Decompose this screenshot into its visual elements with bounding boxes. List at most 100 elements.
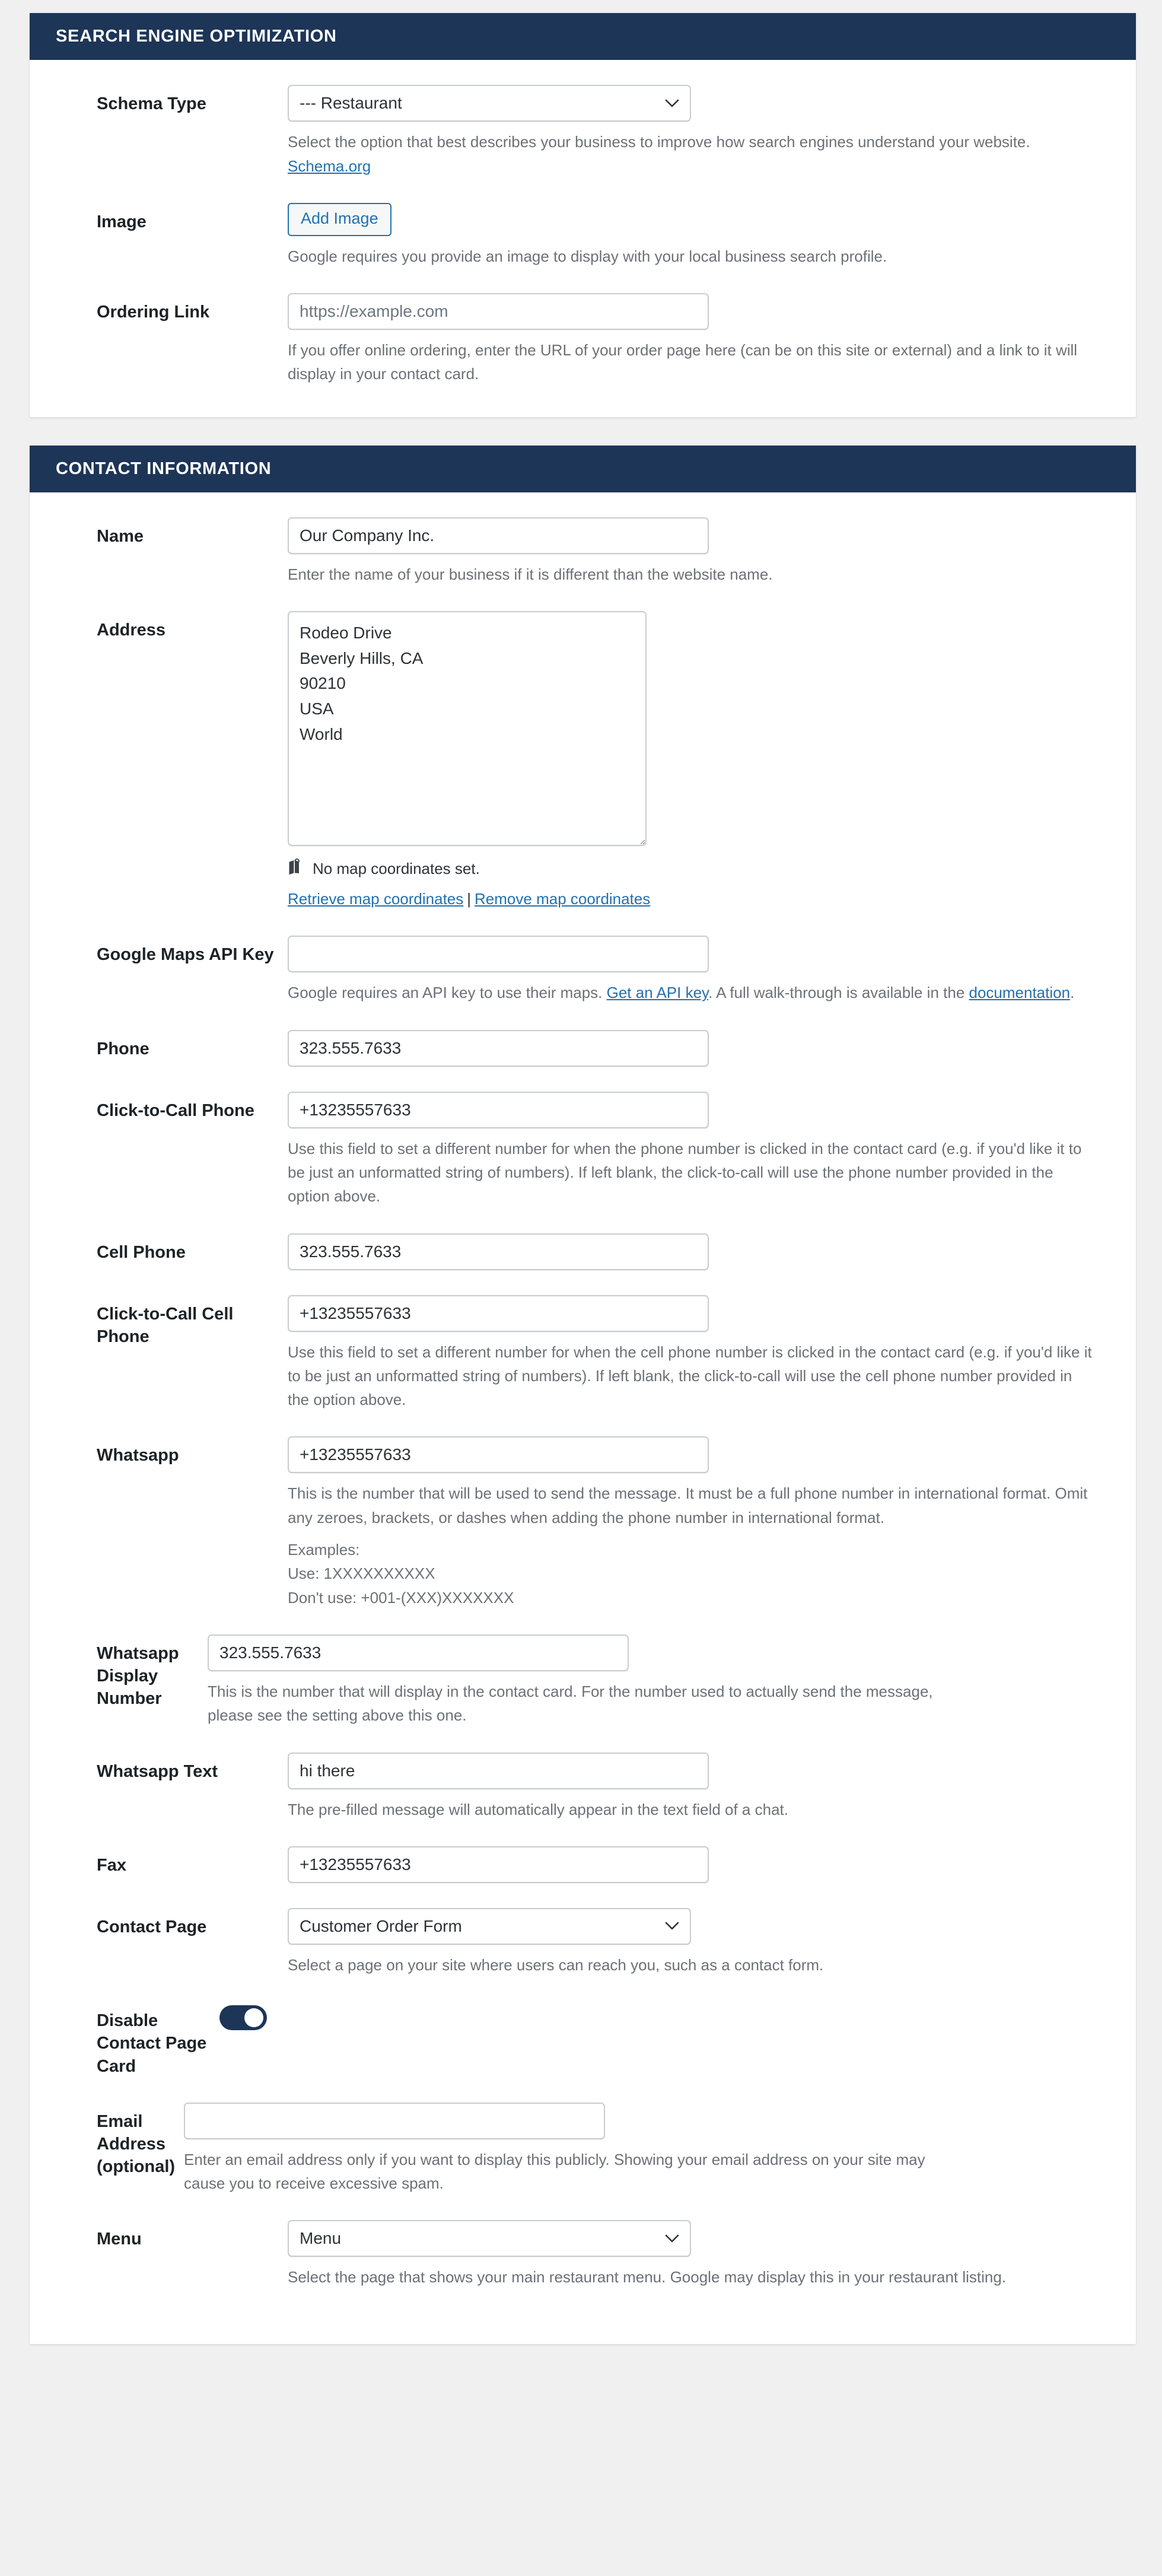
menu-select-wrap[interactable] [288,2220,691,2257]
seo-panel-title: SEARCH ENGINE OPTIMIZATION [30,13,1136,61]
ordering-link-input[interactable] [288,293,709,330]
retrieve-map-coordinates-link[interactable]: Retrieve map coordinates [288,890,463,908]
remove-map-coordinates-link[interactable]: Remove map coordinates [475,890,650,908]
phone-input[interactable] [288,1029,709,1067]
field-label-email-address: Email Address (optional) [97,2111,176,2177]
map-coordinates-status: No map coordinates set. [288,858,1110,880]
map-coordinates-links: Retrieve map coordinates | Remove map coor… [288,888,1110,911]
whatsapp-example-dont-use: Don't use: +001-(XXX)XXXXXXX [288,1588,514,1607]
field-address: Address Rodeo Drive Beverly Hills, CA 90… [30,611,1136,911]
whatsapp-example-heading: Examples: [288,1541,360,1559]
contact-page-select-wrap[interactable] [288,1907,691,1945]
field-label-click-to-call-cell-phone: Click-to-Call Cell Phone [97,1304,234,1346]
field-control-whatsapp: This is the number that will be used to … [288,1436,1110,1609]
email-address-help: Enter an email address only if you want … [184,2150,925,2193]
field-control-click-to-call-cell-phone: Use this field to set a different number… [288,1295,1110,1412]
field-ordering-link: Ordering Link If you offer online orderi… [30,293,1136,386]
schema-type-select[interactable] [288,85,691,122]
field-control-image: Add Image Google requires you provide an… [288,203,1110,268]
field-label-contact-page: Contact Page [97,1917,207,1936]
seo-panel-body: Schema Type Select the option that best … [30,60,1136,416]
field-fax: Fax [30,1846,1136,1883]
google-maps-api-key-help: Google requires an API key to use their … [288,981,1094,1004]
field-label-disable-contact-page-card: Disable Contact Page Card [97,2011,207,2076]
field-label-whatsapp-text: Whatsapp Text [97,1761,218,1781]
schema-type-select-wrap[interactable] [288,85,691,122]
whatsapp-example-use: Use: 1XXXXXXXXXX [288,1564,435,1583]
field-label-image: Image [97,212,147,232]
field-google-maps-api-key: Google Maps API Key Google requires an A… [30,936,1136,1004]
disable-contact-page-card-toggle[interactable] [219,2005,267,2031]
seo-panel: SEARCH ENGINE OPTIMIZATION Schema Type S… [30,13,1136,417]
get-api-key-link[interactable]: Get an API key [607,984,709,1001]
cell-phone-input[interactable] [288,1233,709,1270]
api-key-help-text-3: . [1070,984,1075,1002]
address-textarea[interactable]: Rodeo Drive Beverly Hills, CA 90210 USA … [288,611,647,847]
map-links-separator: | [467,890,472,908]
field-label-ordering-link: Ordering Link [97,303,210,322]
whatsapp-input[interactable] [288,1436,709,1474]
whatsapp-help: This is the number that will be used to … [288,1484,1088,1526]
contact-panel-title: CONTACT INFORMATION [30,445,1136,493]
contact-page-select[interactable] [288,1907,691,1945]
google-maps-api-key-input[interactable] [288,936,709,973]
field-label-cell-phone: Cell Phone [97,1242,186,1262]
field-label-phone: Phone [97,1039,149,1058]
field-label-whatsapp: Whatsapp [97,1446,179,1465]
field-control-phone [288,1029,1110,1067]
map-coordinates-status-text: No map coordinates set. [313,860,480,878]
field-disable-contact-page-card: Disable Contact Page Card [30,2002,1136,2078]
field-control-menu: Select the page that shows your main res… [288,2220,1110,2289]
menu-help: Select the page that shows your main res… [288,2268,1007,2286]
ordering-link-help: If you offer online ordering, enter the … [288,341,1078,383]
field-label-menu: Menu [97,2230,142,2249]
field-control-schema-type: Select the option that best describes yo… [288,85,1110,178]
field-name: Name Enter the name of your business if … [30,517,1136,586]
field-control-whatsapp-display-number: This is the number that will display in … [208,1634,1110,1728]
whatsapp-help-examples: Examples: Use: 1XXXXXXXXXX Don't use: +0… [288,1538,1110,1610]
name-input[interactable] [288,517,709,555]
field-control-click-to-call-phone: Use this field to set a different number… [288,1091,1110,1209]
field-label-click-to-call-phone: Click-to-Call Phone [97,1101,254,1120]
contact-panel: CONTACT INFORMATION Name Enter the name … [30,445,1136,2344]
fax-input[interactable] [288,1846,709,1883]
field-control-whatsapp-text: The pre-filled message will automaticall… [288,1752,1110,1821]
field-click-to-call-cell-phone: Click-to-Call Cell Phone Use this field … [30,1295,1136,1412]
map-pin-icon [288,858,305,880]
field-control-contact-page: Select a page on your site where users c… [288,1907,1110,1977]
field-control-ordering-link: If you offer online ordering, enter the … [288,293,1110,386]
field-phone: Phone [30,1029,1136,1067]
click-to-call-phone-input[interactable] [288,1091,709,1128]
field-label-schema-type: Schema Type [97,94,206,114]
contact-panel-body: Name Enter the name of your business if … [30,492,1136,2344]
field-contact-page: Contact Page Select a page on your site … [30,1907,1136,1977]
documentation-link[interactable]: documentation [969,984,1071,1001]
click-to-call-cell-phone-help: Use this field to set a different number… [288,1343,1092,1409]
click-to-call-cell-phone-input[interactable] [288,1295,709,1332]
field-whatsapp-text: Whatsapp Text The pre-filled message wil… [30,1752,1136,1821]
whatsapp-display-number-help: This is the number that will display in … [208,1682,933,1725]
menu-select[interactable] [288,2220,691,2257]
field-label-whatsapp-display-number: Whatsapp Display Number [97,1643,179,1709]
email-address-input[interactable] [184,2102,605,2139]
field-control-cell-phone [288,1233,1110,1270]
field-control-name: Enter the name of your business if it is… [288,517,1110,586]
field-click-to-call-phone: Click-to-Call Phone Use this field to se… [30,1091,1136,1209]
field-schema-type: Schema Type Select the option that best … [30,85,1136,178]
add-image-button[interactable]: Add Image [288,203,391,236]
contact-page-help: Select a page on your site where users c… [288,1955,824,1974]
whatsapp-display-number-input[interactable] [208,1634,629,1671]
name-help: Enter the name of your business if it is… [288,565,773,584]
api-key-help-text-1: Google requires an API key to use their … [288,984,607,1002]
schema-org-link[interactable]: Schema.org [288,157,371,175]
field-control-address: Rodeo Drive Beverly Hills, CA 90210 USA … [288,611,1110,911]
field-control-email-address: Enter an email address only if you want … [184,2102,1110,2196]
whatsapp-text-input[interactable] [288,1752,709,1789]
field-label-name: Name [97,527,144,546]
schema-type-help-text: Select the option that best describes yo… [288,133,1030,151]
field-cell-phone: Cell Phone [30,1233,1136,1270]
field-menu: Menu Select the page that shows your mai… [30,2220,1136,2289]
field-control-disable-contact-page-card [219,2002,1110,2033]
image-help: Google requires you provide an image to … [288,247,887,265]
panel-bottom-spacer [30,2289,1136,2313]
